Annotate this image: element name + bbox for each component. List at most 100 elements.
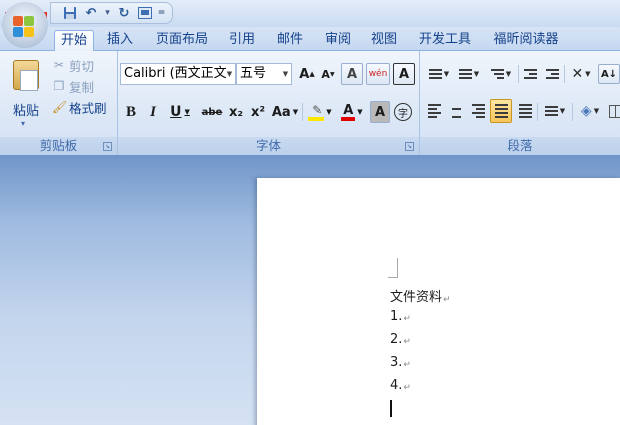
paragraph-group-label: 段落	[420, 137, 620, 155]
superscript-button[interactable]: x²	[248, 101, 268, 123]
chevron-down-icon: ▼	[505, 70, 512, 78]
redo-icon[interactable]: ↻	[115, 4, 133, 22]
cut-button[interactable]: ✂ 剪切	[52, 55, 94, 75]
doc-line-1[interactable]: 1.↵	[390, 309, 411, 324]
paste-label: 粘贴	[12, 104, 39, 119]
shrink-arrow-icon: ▼	[329, 70, 335, 78]
doc-line-title[interactable]: 文件资料↵	[390, 286, 451, 305]
document-page[interactable]: 文件资料↵ 1.↵ 2.↵ 3.↵ 4.↵	[257, 178, 620, 425]
sort-button[interactable]: A↓	[598, 64, 620, 84]
font-name-combo[interactable]: Calibri (西文正文 ▼	[120, 63, 236, 85]
format-painter-icon: 🖌	[52, 100, 68, 114]
format-painter-label: 格式刷	[69, 100, 107, 116]
decrease-indent-button[interactable]	[520, 64, 540, 84]
font-color-button[interactable]: A ▼	[337, 101, 367, 123]
clipboard-group: 粘贴 ▾ ✂ 剪切 ❐ 复制 🖌 格式刷 剪贴板 ↘	[0, 51, 118, 155]
underline-dropdown-icon[interactable]: ▼	[184, 108, 189, 116]
doc-line-4[interactable]: 4.↵	[390, 378, 411, 393]
office-logo-icon[interactable]	[13, 16, 35, 38]
line-spacing-icon	[544, 106, 558, 116]
char-shading-button[interactable]: A	[370, 101, 390, 123]
title-bar: ↶ ▾ ↻ =	[0, 0, 620, 27]
increase-indent-button[interactable]	[542, 64, 562, 84]
doc-line-3[interactable]: 3.↵	[390, 355, 411, 370]
borders-button[interactable]	[608, 101, 620, 121]
highlight-button[interactable]: ✎ ▼	[305, 101, 335, 123]
tab-home[interactable]: 开始	[54, 30, 94, 51]
clipboard-launcher-icon[interactable]: ↘	[103, 142, 112, 151]
grow-font-button[interactable]: A ▲	[296, 63, 318, 85]
bullets-button[interactable]: ▼	[424, 64, 454, 84]
customize-qat-icon[interactable]: =	[157, 4, 166, 22]
bullets-icon	[428, 69, 442, 79]
font-launcher-icon[interactable]: ↘	[405, 142, 414, 151]
paragraph-mark-icon: ↵	[403, 383, 411, 393]
clear-format-label: A	[346, 66, 358, 82]
copy-icon: ❐	[53, 79, 65, 93]
paste-button[interactable]: 粘贴 ▾	[6, 57, 46, 129]
justify-icon	[494, 104, 508, 118]
tab-page-layout[interactable]: 页面布局	[150, 30, 214, 51]
tab-foxit-reader[interactable]: 福昕阅读器	[486, 30, 566, 51]
distributed-icon	[518, 104, 532, 118]
tab-insert[interactable]: 插入	[100, 30, 140, 51]
distributed-button[interactable]	[515, 101, 535, 121]
save-icon[interactable]	[61, 4, 79, 22]
tab-view[interactable]: 视图	[364, 30, 404, 51]
grow-font-label: A	[299, 66, 310, 82]
tab-mailings[interactable]: 邮件	[270, 30, 310, 51]
change-case-label: Aa	[271, 104, 291, 120]
align-right-button[interactable]	[468, 101, 488, 121]
bold-label: B	[125, 103, 136, 120]
tab-review[interactable]: 审阅	[318, 30, 358, 51]
margin-corner-mark	[388, 258, 398, 278]
tab-references[interactable]: 引用	[222, 30, 262, 51]
shading-button[interactable]: ◈ ▼	[575, 101, 605, 121]
italic-button[interactable]: I	[144, 101, 162, 123]
strikethrough-button[interactable]: abe	[200, 101, 224, 123]
doc-line-text: 1.	[390, 309, 403, 324]
paste-dropdown-icon[interactable]: ▾	[21, 119, 25, 128]
font-group-label: 字体	[118, 137, 419, 155]
enclose-char-button[interactable]: 字	[393, 101, 413, 123]
chevron-down-icon[interactable]: ▼	[293, 108, 298, 116]
change-case-button[interactable]: Aa ▼	[270, 101, 300, 123]
format-painter-button[interactable]: 🖌 格式刷	[52, 97, 107, 117]
grow-arrow-icon: ▲	[309, 70, 315, 78]
align-left-button[interactable]	[424, 101, 444, 121]
bold-button[interactable]: B	[122, 101, 140, 123]
clear-format-button[interactable]: A	[341, 63, 363, 85]
undo-dropdown-icon[interactable]: ▾	[103, 4, 112, 22]
print-preview-icon[interactable]	[136, 4, 154, 22]
char-border-button[interactable]: A	[393, 63, 415, 85]
font-color-label: A	[343, 103, 354, 118]
doc-line-2[interactable]: 2.↵	[390, 332, 411, 347]
chevron-down-icon: ▼	[473, 70, 480, 78]
subscript-button[interactable]: x₂	[226, 101, 246, 123]
tab-developer[interactable]: 开发工具	[412, 30, 478, 51]
multilevel-list-button[interactable]: ▼	[486, 64, 516, 84]
char-border-label: A	[398, 66, 410, 82]
separator	[537, 103, 538, 121]
undo-icon[interactable]: ↶	[82, 4, 100, 22]
ribbon: 粘贴 ▾ ✂ 剪切 ❐ 复制 🖌 格式刷 剪贴板 ↘ Calibri (西文正文…	[0, 51, 620, 155]
chevron-down-icon[interactable]: ▼	[326, 108, 331, 116]
phonetic-guide-button[interactable]: wén	[366, 63, 390, 85]
line-spacing-button[interactable]: ▼	[540, 101, 570, 121]
justify-button[interactable]	[490, 99, 512, 123]
subscript-label: x₂	[228, 104, 244, 120]
separator	[518, 65, 519, 83]
align-center-button[interactable]	[446, 101, 466, 121]
font-size-value: 五号	[240, 66, 267, 81]
underline-button[interactable]: U ▼	[166, 101, 194, 123]
chevron-down-icon: ▼	[593, 107, 600, 115]
font-color-icon: A	[341, 103, 356, 121]
align-center-icon	[450, 104, 463, 118]
chevron-down-icon[interactable]: ▼	[357, 108, 362, 116]
copy-button[interactable]: ❐ 复制	[52, 76, 94, 96]
chinese-layout-button[interactable]: ✕ ▼	[567, 64, 595, 84]
font-size-combo[interactable]: 五号 ▼	[236, 63, 292, 85]
shrink-font-button[interactable]: A ▼	[318, 63, 338, 85]
numbering-button[interactable]: ▼	[454, 64, 484, 84]
doc-line-text: 4.	[390, 378, 403, 393]
